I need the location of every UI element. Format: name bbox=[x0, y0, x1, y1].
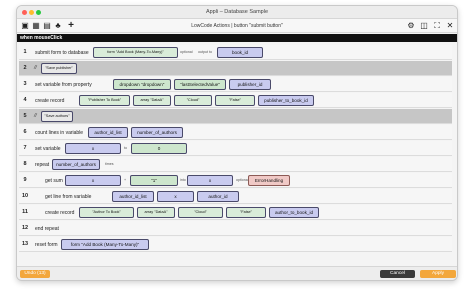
row-number: 12 bbox=[21, 225, 29, 231]
action-label: get line from variable bbox=[45, 193, 92, 200]
to-label: to bbox=[124, 146, 127, 150]
index-variable[interactable]: x bbox=[157, 191, 194, 202]
action-label: end repeat bbox=[35, 225, 59, 232]
comment-mark: // bbox=[34, 65, 37, 71]
action-row-10[interactable]: 10 get line from variable author_id_list… bbox=[19, 189, 452, 204]
error-handling-param[interactable]: ErrorHandling bbox=[248, 175, 290, 186]
target-variable[interactable]: author_id bbox=[197, 191, 239, 202]
action-row-12[interactable]: 12 end repeat bbox=[19, 221, 452, 236]
action-label: repeat bbox=[35, 161, 50, 168]
row-number: 8 bbox=[23, 161, 27, 167]
output-variable[interactable]: book_id bbox=[217, 47, 263, 58]
property-param[interactable]: "lastSelectedValue" bbox=[174, 79, 226, 90]
target-variable[interactable]: publisher_id bbox=[229, 79, 271, 90]
action-row-8[interactable]: 8 repeat number_of_authors times bbox=[19, 157, 452, 172]
array-param[interactable]: array "DataA" bbox=[133, 95, 171, 106]
target-variable[interactable]: x bbox=[65, 143, 121, 154]
title-bar: Appli – Database Sample bbox=[17, 6, 457, 19]
panel-icon[interactable]: ◫ bbox=[419, 21, 429, 31]
action-label: set variable from property bbox=[35, 81, 92, 88]
action-label: create record bbox=[45, 209, 75, 216]
action-row-9[interactable]: 9 get sum x + "1" into x optional ErrorH… bbox=[19, 173, 452, 188]
action-label: create record bbox=[35, 97, 65, 104]
action-label: reset form bbox=[35, 241, 58, 248]
event-header: when mouseClick bbox=[17, 34, 457, 42]
optional-label: optional bbox=[236, 178, 249, 182]
form-param[interactable]: form "Add Book (Many-To-Many)" bbox=[93, 47, 178, 58]
action-label: set variable bbox=[35, 145, 61, 152]
comment-text[interactable]: "Save publisher" bbox=[41, 63, 77, 74]
action-row-1[interactable]: 1 submit form to database form "Add Book… bbox=[19, 45, 452, 60]
row-number: 10 bbox=[21, 193, 29, 199]
row-number: 2 bbox=[23, 65, 27, 71]
table-param[interactable]: "Author To Book" bbox=[79, 207, 134, 218]
row-number: 5 bbox=[23, 113, 27, 119]
output-variable[interactable]: publisher_to_book_id bbox=[258, 95, 314, 106]
into-label: into bbox=[180, 178, 186, 182]
array-param[interactable]: array "DataA" bbox=[137, 207, 175, 218]
action-row-4[interactable]: 4 create record "Publisher To Book" arra… bbox=[19, 93, 452, 108]
optional-label: optional bbox=[180, 50, 193, 54]
table-param[interactable]: "Publisher To Book" bbox=[79, 95, 130, 106]
source-variable[interactable]: author_id_list bbox=[88, 127, 128, 138]
action-row-7[interactable]: 7 set variable x to 0 bbox=[19, 141, 452, 156]
close-icon[interactable]: ✕ bbox=[445, 21, 455, 31]
action-label: get sum bbox=[45, 177, 63, 184]
action-row-6[interactable]: 6 count lines in variable author_id_list… bbox=[19, 125, 452, 140]
expand-icon[interactable]: ⛶ bbox=[432, 21, 442, 31]
window-title: Appli – Database Sample bbox=[205, 9, 269, 15]
dropdown-param[interactable]: dropdown "dropdown" bbox=[113, 79, 171, 90]
action-row-11[interactable]: 11 create record "Author To Book" array … bbox=[19, 205, 452, 220]
source-param[interactable]: "Cloud" bbox=[178, 207, 223, 218]
plus-label: + bbox=[124, 178, 127, 182]
apply-button[interactable]: Apply bbox=[420, 270, 456, 278]
value-param[interactable]: 0 bbox=[131, 143, 187, 154]
row-number: 1 bbox=[23, 49, 27, 55]
action-row-3[interactable]: 3 set variable from property dropdown "d… bbox=[19, 77, 452, 92]
output-variable[interactable]: author_to_book_id bbox=[269, 207, 319, 218]
action-label: submit form to database bbox=[35, 49, 89, 56]
action-row-13[interactable]: 13 reset form form "Add Book (Many-To-Ma… bbox=[19, 237, 452, 252]
source-variable[interactable]: author_id_list bbox=[112, 191, 154, 202]
result-variable[interactable]: x bbox=[187, 175, 233, 186]
row-number: 9 bbox=[23, 177, 27, 183]
row-number: 4 bbox=[23, 97, 27, 103]
toolbar-title: LowCode Actions | button "submit button" bbox=[191, 23, 283, 29]
settings-icon[interactable]: ⚙ bbox=[406, 21, 416, 31]
action-label: count lines in variable bbox=[35, 129, 84, 136]
comment-row-2[interactable]: 2 // "Save publisher" bbox=[19, 61, 452, 76]
comment-row-5[interactable]: 5 // "Save authors" bbox=[19, 109, 452, 124]
row-number: 13 bbox=[21, 241, 29, 247]
action-list: 1 submit form to database form "Add Book… bbox=[17, 43, 457, 267]
flag-param[interactable]: "False" bbox=[226, 207, 266, 218]
flag-param[interactable]: "False" bbox=[215, 95, 255, 106]
row-number: 11 bbox=[22, 209, 28, 215]
row-number: 3 bbox=[23, 81, 27, 87]
form-param[interactable]: form "Add Book (Many-To-Many)" bbox=[61, 239, 149, 250]
toolbar: ▣ ▦ ▤ ♣ + LowCode Actions | button "subm… bbox=[17, 19, 457, 33]
undo-button[interactable]: Undo (13) bbox=[20, 270, 50, 278]
footer-bar: Undo (13) Cancel Apply bbox=[17, 266, 457, 280]
row-number: 7 bbox=[23, 145, 27, 151]
target-variable[interactable]: number_of_authors bbox=[131, 127, 183, 138]
operand-a[interactable]: x bbox=[65, 175, 121, 186]
cancel-button[interactable]: Cancel bbox=[380, 270, 415, 278]
source-param[interactable]: "Cloud" bbox=[174, 95, 212, 106]
times-label: times bbox=[105, 162, 114, 166]
operand-b[interactable]: "1" bbox=[130, 175, 178, 186]
comment-mark: // bbox=[34, 113, 37, 119]
app-window: Appli – Database Sample ▣ ▦ ▤ ♣ + LowCod… bbox=[16, 5, 458, 281]
comment-text[interactable]: "Save authors" bbox=[41, 111, 73, 122]
row-number: 6 bbox=[23, 129, 27, 135]
count-variable[interactable]: number_of_authors bbox=[52, 159, 100, 170]
output-to-label: output to bbox=[198, 50, 212, 54]
